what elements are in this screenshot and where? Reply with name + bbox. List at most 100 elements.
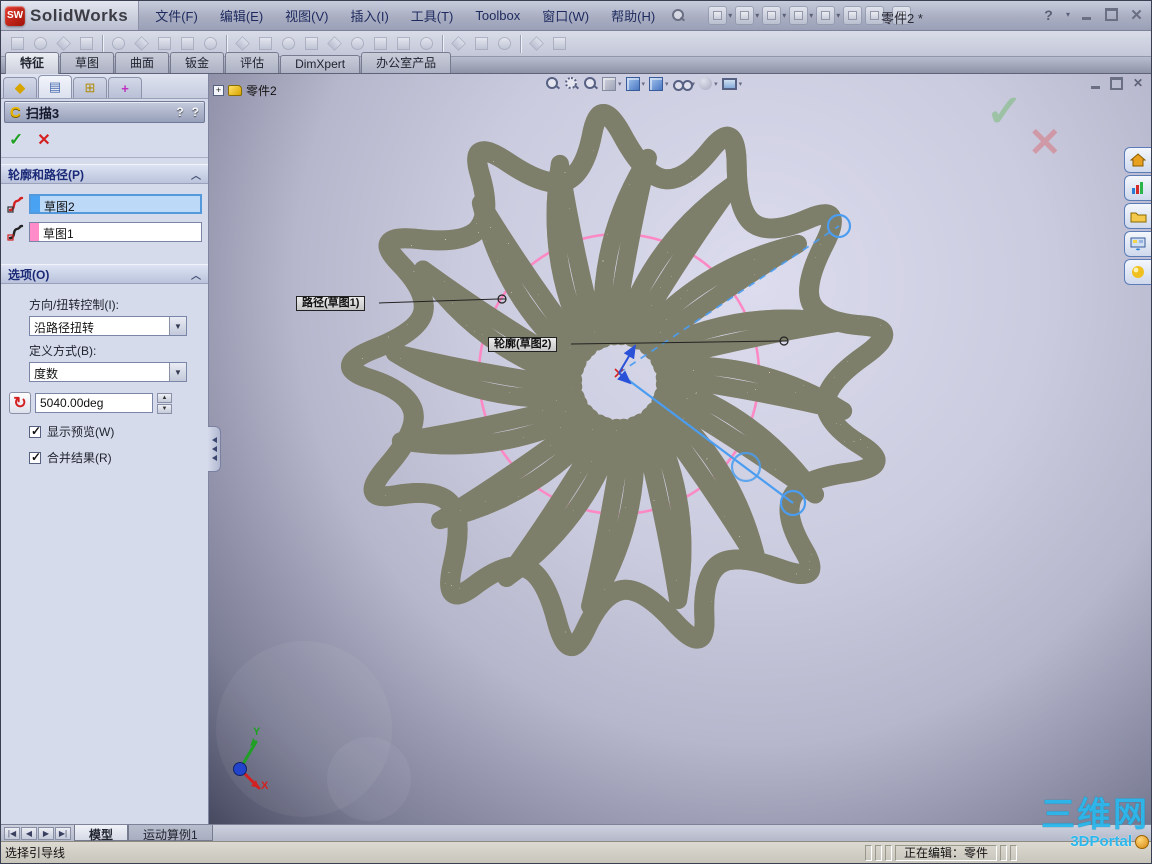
motion-study-tab[interactable]: 运动算例1 [128,825,213,842]
save-button[interactable]: ▾ [762,6,786,25]
menu-insert[interactable]: 插入(I) [341,3,399,28]
document-window-controls: ✕ [1091,76,1143,90]
zoom-to-area-button[interactable] [564,76,579,91]
accept-button[interactable]: ✓ [9,130,23,150]
toolbar-separator [102,34,103,53]
tree-expand-icon[interactable]: + [213,85,224,96]
menu-edit[interactable]: 编辑(E) [210,3,273,28]
menu-file[interactable]: 文件(F) [145,3,208,28]
feature-toolbar-icon-7 [177,33,198,54]
status-message: 选择引导线 [5,846,66,860]
zoom-to-fit-button[interactable] [545,76,560,91]
rebuild-button[interactable] [843,6,863,25]
doc-minimize-button[interactable] [1091,76,1100,90]
next-tab-button[interactable]: ▶ [38,826,54,840]
featuremanager-tree-tab[interactable]: ◆ [3,77,37,98]
display-style-button[interactable]: ▾ [649,76,669,91]
doc-close-button[interactable]: ✕ [1133,76,1143,90]
path-field[interactable]: 草图1 [29,222,202,242]
view-palette-tab[interactable] [1124,231,1151,257]
profile-field[interactable]: 草图2 [29,194,202,214]
profile-path-section-header[interactable]: 轮廓和路径(P) ︿ [1,164,208,184]
feature-toolbar-icon-10 [255,33,276,54]
print-button[interactable]: ▾ [789,6,813,25]
path-callout[interactable]: 路径(草图1) [296,296,366,311]
status-cell [1010,844,1017,861]
task-pane-tabs [1124,147,1151,285]
dropdown-arrow-icon[interactable]: ▼ [169,317,186,335]
menu-window[interactable]: 窗口(W) [532,3,599,28]
search-icon[interactable] [671,9,685,22]
orientation-select[interactable]: 沿路径扭转 ▼ [29,316,187,336]
twist-angle-input[interactable] [35,393,153,413]
show-preview-label: 显示预览(W) [47,425,115,439]
dimxpertmanager-tab[interactable]: + [108,77,142,98]
dropdown-arrow-icon[interactable]: ▼ [169,363,186,381]
graphics-viewport[interactable]: + 零件2 ▾ ▾ ▾ ▾ ▾ ▾ ✕ ✓ ✕ 路径(草图1) 轮廓(草图2) … [209,74,1151,824]
doc-restore-button[interactable] [1110,76,1123,90]
configurationmanager-tab[interactable]: ⊞ [73,77,107,98]
panel-splitter-handle[interactable] [208,426,221,472]
tab-evaluate[interactable]: 评估 [225,52,280,73]
spin-up-button[interactable]: ▲ [157,392,172,403]
resources-home-tab[interactable] [1124,147,1151,173]
apply-scene-button[interactable]: ▾ [721,77,742,90]
swept-model-preview[interactable] [209,74,1151,824]
collapse-chevron-icon: ︿ [191,270,201,282]
feature-toolbar-icon-0 [7,33,28,54]
help-icon[interactable]: ? [192,105,199,119]
chart-icon [1132,182,1143,194]
define-by-select[interactable]: 度数 ▼ [29,362,187,382]
help-flyout-icon[interactable]: ? [176,105,183,119]
merge-result-label: 合并结果(R) [47,451,112,465]
feature-toolbar-icon-17 [416,33,437,54]
cancel-feature-button[interactable]: ✕ [37,130,50,150]
file-explorer-tab[interactable] [1124,203,1151,229]
menubar: 文件(F) 编辑(E) 视图(V) 插入(I) 工具(T) Toolbox 窗口… [139,3,694,28]
tab-surfaces[interactable]: 曲面 [115,52,170,73]
view-orientation-button[interactable]: ▾ [625,76,645,91]
menu-help[interactable]: 帮助(H) [601,3,665,28]
configurations-icon: ⊞ [84,80,96,95]
property-manager-panel: ◆ ▤ ⊞ + C 扫描3 ? ? ✓ ✕ 轮廓和路径(P) ︿ 草图2 草图1… [1,74,221,824]
merge-result-row: 合并结果(R) [29,449,202,466]
help-button[interactable]: ? [1040,7,1057,23]
undo-button[interactable]: ▾ [816,6,840,25]
appearances-tab[interactable] [1124,259,1151,285]
open-document-button[interactable]: ▾ [735,6,759,25]
prev-tab-button[interactable]: ◀ [21,826,37,840]
spin-down-button[interactable]: ▼ [157,403,172,414]
menu-tools[interactable]: 工具(T) [401,3,464,28]
restore-button[interactable] [1103,7,1120,22]
last-tab-button[interactable]: ▶| [55,826,71,840]
menu-toolbox[interactable]: Toolbox [465,5,530,26]
new-document-button[interactable]: ▾ [708,6,732,25]
feature-toolbar-icon-20 [494,33,515,54]
feature-toolbar-icon-2 [53,33,74,54]
minimize-button[interactable] [1078,7,1095,22]
flyout-tree-root[interactable]: + 零件2 [213,82,277,99]
model-tab[interactable]: 模型 [74,825,129,842]
sweep-feature-icon: C [10,103,21,121]
help-dropdown-caret[interactable]: ▾ [1066,10,1070,19]
section-view-button[interactable]: ▾ [602,76,622,91]
show-preview-checkbox[interactable] [29,424,41,438]
options-section-header[interactable]: 选项(O) ︿ [1,264,208,284]
hide-show-items-button[interactable]: ▾ [672,78,695,91]
close-button[interactable]: ✕ [1128,7,1145,24]
profile-callout[interactable]: 轮廓(草图2) [488,337,558,352]
menu-view[interactable]: 视图(V) [275,3,338,28]
edit-appearance-button[interactable]: ▾ [699,77,718,90]
merge-result-checkbox[interactable] [29,450,41,464]
tab-sketch[interactable]: 草图 [60,52,115,73]
orientation-label: 方向/扭转控制(I): [29,298,119,312]
tab-dimxpert[interactable]: DimXpert [280,55,361,73]
sweep-profile-icon [7,196,24,213]
tab-office-products[interactable]: 办公室产品 [361,52,452,73]
tab-sheet-metal[interactable]: 钣金 [170,52,225,73]
design-library-tab[interactable] [1124,175,1151,201]
propertymanager-tab[interactable]: ▤ [38,75,72,98]
tab-features[interactable]: 特征 [5,52,60,74]
first-tab-button[interactable]: |◀ [4,826,20,840]
previous-view-button[interactable] [583,76,598,91]
